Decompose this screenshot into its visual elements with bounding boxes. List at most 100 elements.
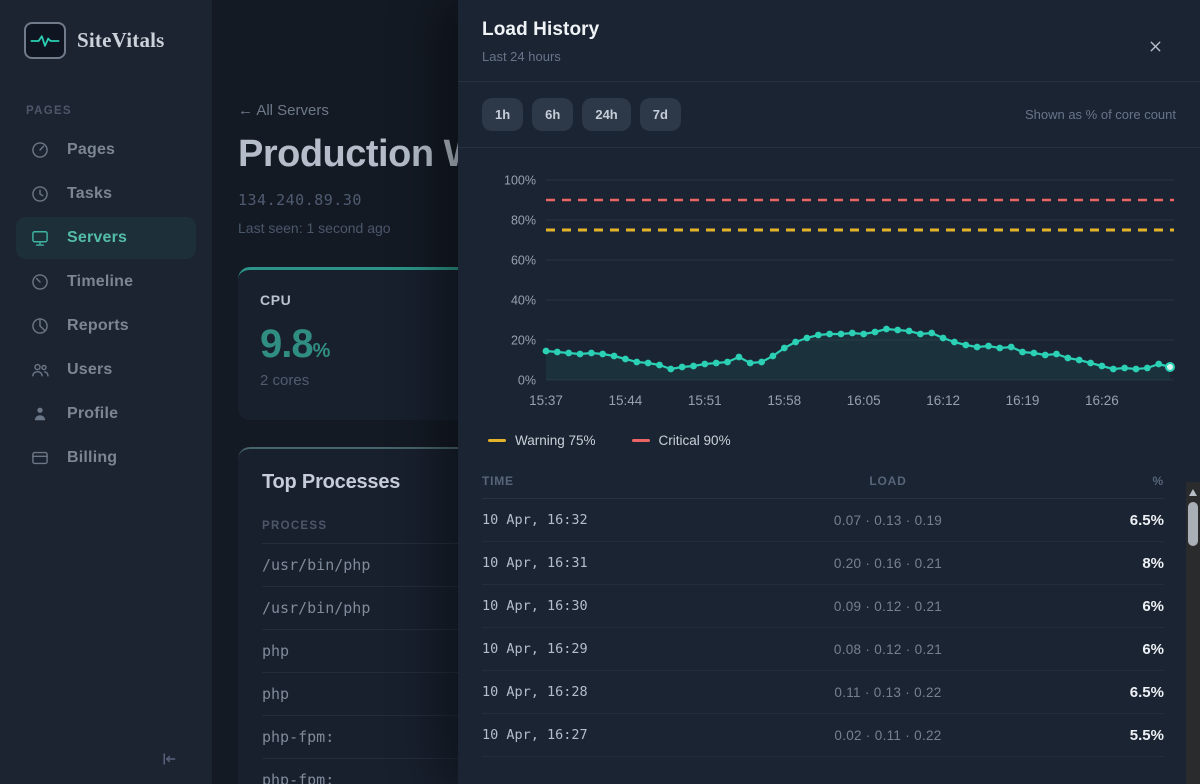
sidebar-item-reports[interactable]: Reports [16,305,196,347]
row-percent: 6% [1074,598,1164,615]
legend-swatch-icon [488,439,506,443]
modal-title: Load History [482,19,1176,41]
modal-toolbar: 1h6h24h7d Shown as % of core count [458,82,1200,148]
col-pct: % [1074,474,1164,488]
sidebar-item-pages[interactable]: Pages [16,129,196,171]
row-time: 10 Apr, 16:27 [482,727,702,743]
svg-text:16:05: 16:05 [847,393,881,408]
svg-text:80%: 80% [511,214,536,228]
sidebar-item-billing[interactable]: Billing [16,437,196,479]
brand-name: SiteVitals [77,28,165,53]
load-table-header: TIME LOAD % [482,461,1164,499]
scrollbar-thumb[interactable] [1188,502,1198,546]
svg-text:100%: 100% [504,174,536,188]
legend-item: Critical 90% [632,433,731,448]
process-row: php-fpm: [262,759,476,784]
range-button-1h[interactable]: 1h [482,98,523,131]
cpu-value: 9.8% [260,322,478,367]
collapse-left-icon [158,749,178,769]
monitor-icon [30,228,50,248]
load-table-body: 10 Apr, 16:320.07 · 0.13 · 0.196.5%10 Ap… [482,499,1164,757]
sidebar-collapse-button[interactable] [154,745,182,776]
svg-text:40%: 40% [511,294,536,308]
table-scrollbar[interactable] [1186,482,1200,784]
row-percent: 8% [1074,555,1164,572]
legend-swatch-icon [632,439,650,443]
users-icon [30,360,50,380]
load-history-chart: 0%20%40%60%80%100%15:3715:4415:5115:5816… [482,158,1176,416]
sidebar-item-label: Tasks [67,185,112,203]
top-processes-title: Top Processes [262,471,476,494]
row-load: 0.11 · 0.13 · 0.22 [702,685,1074,700]
svg-text:15:58: 15:58 [767,393,801,408]
row-percent: 6.5% [1074,684,1164,701]
chart-legend: Warning 75% Critical 90% [458,421,1200,461]
col-time: TIME [482,474,702,488]
brand-logo: SiteVitals [16,22,196,59]
row-load: 0.09 · 0.12 · 0.21 [702,599,1074,614]
sidebar-item-label: Servers [67,229,127,247]
sidebar-item-label: Pages [67,141,115,159]
svg-text:15:44: 15:44 [609,393,643,408]
sidebar-item-label: Reports [67,317,129,335]
pulse-logo-icon [24,22,66,59]
pie-icon [30,316,50,336]
sidebar-item-timeline[interactable]: Timeline [16,261,196,303]
gauge-icon [30,140,50,160]
load-table-row: 10 Apr, 16:300.09 · 0.12 · 0.216% [482,585,1164,628]
row-load: 0.20 · 0.16 · 0.21 [702,556,1074,571]
svg-text:16:12: 16:12 [926,393,960,408]
process-row: /usr/bin/php [262,544,476,587]
sidebar-item-servers[interactable]: Servers [16,217,196,259]
scrollbar-up-arrow-icon[interactable] [1189,489,1197,496]
load-table: TIME LOAD % 10 Apr, 16:320.07 · 0.13 · 0… [458,461,1200,784]
close-icon [1147,38,1164,55]
sidebar-item-profile[interactable]: Profile [16,393,196,435]
time-range-group: 1h 6h 24h 7d [482,98,681,131]
legend-label: Warning 75% [515,433,596,448]
svg-text:15:37: 15:37 [529,393,563,408]
person-icon [30,404,50,424]
process-row: php [262,673,476,716]
svg-text:16:19: 16:19 [1006,393,1040,408]
col-load: LOAD [702,474,1074,488]
range-button-7d[interactable]: 7d [640,98,681,131]
back-to-servers-link[interactable]: ← All Servers [238,102,329,119]
load-history-modal: Load History Last 24 hours 1h6h24h7d Sho… [458,0,1200,784]
row-time: 10 Apr, 16:32 [482,512,702,528]
process-list: /usr/bin/php/usr/bin/phpphpphpphp-fpm:ph… [262,544,476,784]
load-table-row: 10 Apr, 16:280.11 · 0.13 · 0.226.5% [482,671,1164,714]
sidebar-item-tasks[interactable]: Tasks [16,173,196,215]
process-row: /usr/bin/php [262,587,476,630]
sidebar: SiteVitals PAGES Pages Tasks Servers Timeli… [0,0,212,784]
card-icon [30,448,50,468]
close-modal-button[interactable] [1145,36,1166,60]
svg-text:0%: 0% [518,374,536,388]
row-time: 10 Apr, 16:30 [482,598,702,614]
svg-text:15:51: 15:51 [688,393,722,408]
process-column-header: PROCESS [262,520,476,544]
sidebar-item-label: Billing [67,449,117,467]
load-table-row: 10 Apr, 16:310.20 · 0.16 · 0.218% [482,542,1164,585]
range-button-24h[interactable]: 24h [582,98,630,131]
sidebar-item-users[interactable]: Users [16,349,196,391]
range-button-6h[interactable]: 6h [532,98,573,131]
modal-subtitle: Last 24 hours [482,49,1176,64]
svg-text:16:26: 16:26 [1085,393,1119,408]
load-table-row: 10 Apr, 16:320.07 · 0.13 · 0.196.5% [482,499,1164,542]
clock-icon [30,184,50,204]
row-load: 0.07 · 0.13 · 0.19 [702,513,1074,528]
row-time: 10 Apr, 16:28 [482,684,702,700]
cpu-card-label: CPU [260,292,291,308]
sidebar-item-label: Users [67,361,112,379]
sidebar-section-label: PAGES [26,105,196,117]
svg-text:20%: 20% [511,334,536,348]
load-table-row: 10 Apr, 16:270.02 · 0.11 · 0.225.5% [482,714,1164,757]
row-load: 0.02 · 0.11 · 0.22 [702,728,1074,743]
legend-label: Critical 90% [659,433,731,448]
modal-header: Load History Last 24 hours [458,0,1200,82]
process-row: php-fpm: [262,716,476,759]
load-table-row: 10 Apr, 16:290.08 · 0.12 · 0.216% [482,628,1164,671]
sidebar-nav: Pages Tasks Servers Timeline Reports Users Pro… [16,129,196,479]
chart-area: 0%20%40%60%80%100%15:3715:4415:5115:5816… [458,148,1200,421]
